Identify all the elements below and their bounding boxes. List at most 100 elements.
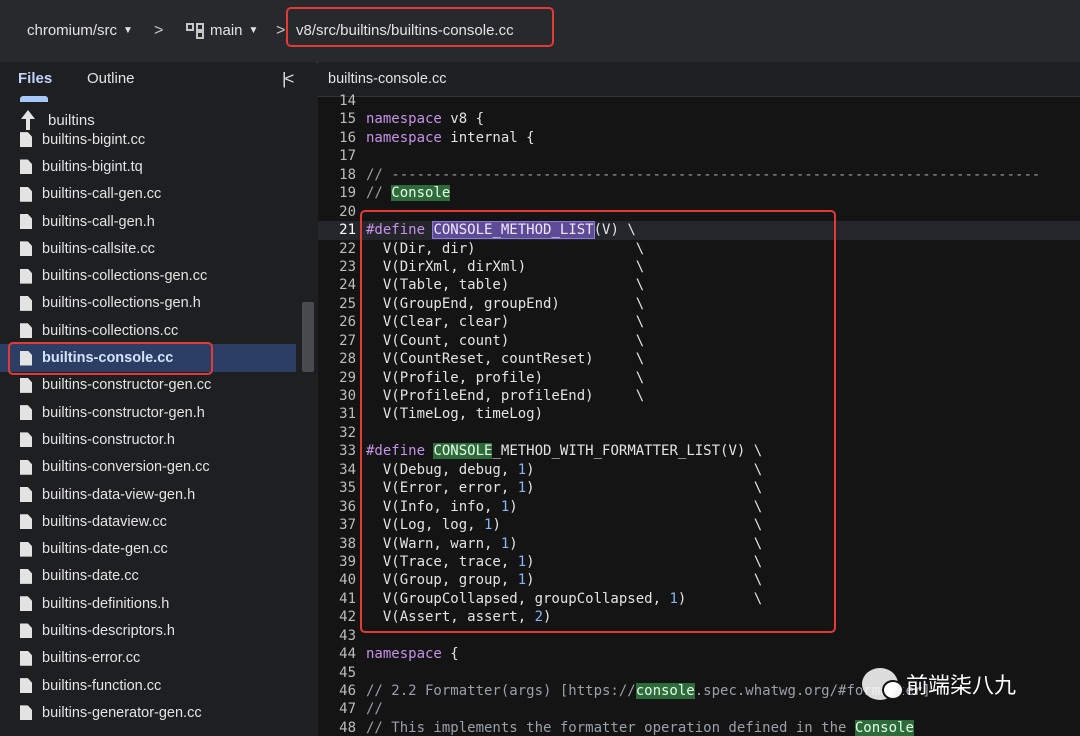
line-number: 16 bbox=[339, 129, 356, 146]
file-item[interactable]: builtins-error.cc bbox=[0, 645, 296, 672]
line-number: 31 bbox=[339, 406, 356, 423]
line-number: 44 bbox=[339, 646, 356, 663]
file-name: builtins-call-gen.h bbox=[42, 213, 155, 230]
line-number: 29 bbox=[339, 369, 356, 386]
file-name: builtins-constructor.h bbox=[42, 431, 175, 448]
file-icon bbox=[20, 268, 32, 284]
code-line[interactable]: 19 // Console bbox=[318, 184, 1080, 202]
file-icon bbox=[20, 159, 32, 175]
file-item[interactable]: builtins-generator-gen.cc bbox=[0, 699, 296, 726]
file-name: builtins-definitions.h bbox=[42, 595, 170, 612]
dropdown-caret-icon: ▼ bbox=[248, 25, 259, 36]
tab-files[interactable]: Files bbox=[18, 68, 52, 90]
code-line[interactable]: 44 namespace { bbox=[318, 645, 1080, 663]
line-number: 33 bbox=[339, 443, 356, 460]
file-icon bbox=[20, 432, 32, 448]
file-name: builtins-collections-gen.cc bbox=[42, 268, 208, 285]
file-item[interactable]: builtins-constructor-gen.cc bbox=[0, 372, 296, 399]
file-name: builtins-dataview.cc bbox=[42, 513, 167, 530]
code-line[interactable]: 15 namespace v8 { bbox=[318, 110, 1080, 128]
file-item[interactable]: builtins-collections.cc bbox=[0, 317, 296, 344]
code-line[interactable]: 48 // This implements the formatter opera… bbox=[318, 719, 1080, 736]
file-item[interactable]: builtins-callsite.cc bbox=[0, 235, 296, 262]
file-icon bbox=[20, 705, 32, 721]
file-item[interactable]: builtins-data-view-gen.h bbox=[0, 481, 296, 508]
active-tab-indicator bbox=[20, 96, 48, 102]
code-text: // bbox=[366, 701, 383, 718]
sidebar-scrollbar[interactable] bbox=[302, 302, 314, 372]
file-item[interactable]: builtins-definitions.h bbox=[0, 590, 296, 617]
file-name: builtins-callsite.cc bbox=[42, 240, 155, 257]
file-name: builtins-collections-gen.h bbox=[42, 295, 201, 312]
file-name: builtins-data-view-gen.h bbox=[42, 486, 196, 503]
code-line[interactable]: 16 namespace internal { bbox=[318, 129, 1080, 147]
code-text: // -------------------------------------… bbox=[366, 166, 1041, 183]
file-item[interactable]: builtins-call-gen.cc bbox=[0, 181, 296, 208]
file-item[interactable]: builtins-bigint.cc bbox=[0, 126, 296, 153]
file-name: builtins-bigint.tq bbox=[42, 158, 143, 175]
file-name: builtins-date-gen.cc bbox=[42, 541, 168, 558]
file-item[interactable]: builtins-call-gen.h bbox=[0, 208, 296, 235]
line-number: 17 bbox=[339, 148, 356, 165]
editor-tab-label: builtins-console.cc bbox=[328, 71, 447, 87]
line-number: 38 bbox=[339, 535, 356, 552]
line-number: 39 bbox=[339, 553, 356, 570]
code-text: namespace internal { bbox=[366, 129, 535, 146]
file-item[interactable]: builtins-conversion-gen.cc bbox=[0, 454, 296, 481]
line-number: 14 bbox=[339, 93, 356, 109]
file-item[interactable]: builtins-collections-gen.cc bbox=[0, 262, 296, 289]
line-number: 36 bbox=[339, 498, 356, 515]
file-item[interactable]: builtins-dataview.cc bbox=[0, 508, 296, 535]
code-line[interactable]: 14 bbox=[318, 92, 1080, 110]
line-number: 21 bbox=[339, 222, 356, 239]
file-name: builtins-call-gen.cc bbox=[42, 186, 162, 203]
branch-selector[interactable]: main ▼ bbox=[186, 20, 258, 42]
sidebar-tabs: Files Outline |< bbox=[0, 62, 316, 102]
breadcrumb-bar: chromium/src ▼ > main ▼ > v8/src/builtin… bbox=[0, 0, 1080, 63]
file-name: builtins-bigint.cc bbox=[42, 131, 146, 148]
file-icon bbox=[20, 295, 32, 311]
line-number: 24 bbox=[339, 277, 356, 294]
line-number: 28 bbox=[339, 351, 356, 368]
file-icon bbox=[20, 623, 32, 639]
line-number: 15 bbox=[339, 111, 356, 128]
file-explorer-sidebar: Files Outline |< builtins builtins-bigin… bbox=[0, 62, 316, 736]
line-number: 42 bbox=[339, 609, 356, 626]
file-name: builtins-function.cc bbox=[42, 677, 162, 694]
file-item[interactable]: builtins-bigint.tq bbox=[0, 153, 296, 180]
file-icon bbox=[20, 650, 32, 666]
file-item[interactable]: builtins-constructor.h bbox=[0, 426, 296, 453]
line-number: 48 bbox=[339, 719, 356, 736]
file-icon bbox=[20, 186, 32, 202]
selected-file-highlight-box bbox=[8, 342, 213, 375]
dropdown-caret-icon: ▼ bbox=[123, 25, 133, 36]
file-item[interactable]: builtins-function.cc bbox=[0, 672, 296, 699]
branch-label: main bbox=[210, 22, 243, 39]
line-number: 22 bbox=[339, 240, 356, 257]
file-item[interactable]: builtins-date-gen.cc bbox=[0, 535, 296, 562]
line-number: 32 bbox=[339, 424, 356, 441]
file-icon bbox=[20, 678, 32, 694]
file-icon bbox=[20, 323, 32, 339]
file-item[interactable]: builtins-date.cc bbox=[0, 563, 296, 590]
file-item[interactable]: builtins-collections-gen.h bbox=[0, 290, 296, 317]
branch-icon bbox=[186, 23, 204, 39]
file-icon bbox=[20, 459, 32, 475]
file-item[interactable]: builtins-descriptors.h bbox=[0, 617, 296, 644]
file-icon bbox=[20, 405, 32, 421]
code-line[interactable]: 47 // bbox=[318, 700, 1080, 718]
collapse-left-icon[interactable]: |< bbox=[282, 68, 294, 90]
code-highlight-box bbox=[360, 210, 836, 633]
line-number: 26 bbox=[339, 314, 356, 331]
breadcrumb-separator: > bbox=[154, 22, 164, 39]
file-name: builtins-descriptors.h bbox=[42, 622, 175, 639]
watermark: 前端柒八九 bbox=[862, 668, 1016, 700]
tab-outline[interactable]: Outline bbox=[87, 68, 135, 90]
file-item[interactable]: builtins-constructor-gen.h bbox=[0, 399, 296, 426]
line-number: 45 bbox=[339, 664, 356, 681]
code-line[interactable]: 18 // -----------------------------------… bbox=[318, 166, 1080, 184]
repo-selector[interactable]: chromium/src ▼ bbox=[27, 20, 133, 42]
code-line[interactable]: 17 bbox=[318, 147, 1080, 165]
file-name: builtins-generator-gen.cc bbox=[42, 704, 202, 721]
file-list: builtins-bigint.cc builtins-bigint.tq buil… bbox=[0, 126, 296, 727]
